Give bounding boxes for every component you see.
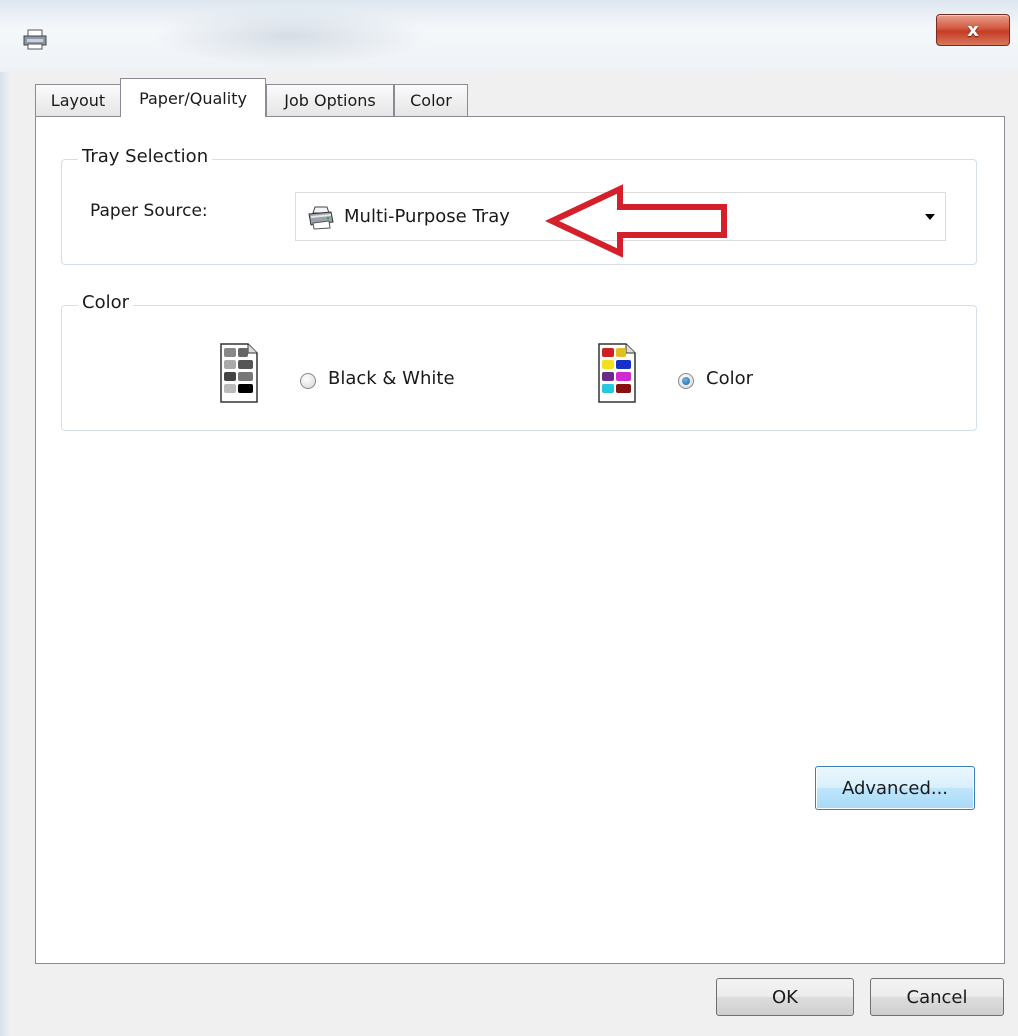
color-legend: Color [78, 292, 133, 313]
cancel-button[interactable]: Cancel [870, 978, 1004, 1016]
black-white-document-icon [220, 343, 258, 403]
annotation-arrow [544, 184, 727, 258]
paper-source-value: Multi-Purpose Tray [344, 206, 510, 227]
printer-icon [308, 206, 334, 230]
tab-label: Layout [50, 91, 106, 110]
color-radio-label[interactable]: Color [706, 368, 753, 389]
tab-label: Paper/Quality [139, 88, 247, 108]
color-group: Color [61, 292, 977, 431]
title-bar: x [0, 0, 1018, 72]
tab-label: Job Options [284, 91, 376, 110]
ok-button[interactable]: OK [716, 978, 854, 1016]
black-white-radio[interactable] [300, 373, 316, 389]
advanced-button[interactable]: Advanced... [815, 766, 975, 810]
color-radio[interactable] [678, 373, 694, 389]
close-button[interactable]: x [936, 14, 1010, 46]
black-white-label[interactable]: Black & White [328, 368, 455, 389]
tab-job-options[interactable]: Job Options [266, 84, 394, 116]
printer-app-icon [23, 29, 47, 50]
tab-label: Color [410, 91, 452, 110]
tab-paper-quality[interactable]: Paper/Quality [120, 78, 266, 117]
color-document-icon [598, 343, 636, 403]
tab-layout[interactable]: Layout [35, 84, 121, 116]
tab-page-paper-quality: Tray Selection Paper Source: Multi-Purpo… [35, 116, 1005, 964]
chevron-down-icon [925, 214, 935, 220]
title-bar-blur [150, 6, 430, 66]
window-frame-left [0, 72, 10, 1036]
close-icon: x [967, 19, 979, 41]
tab-color[interactable]: Color [394, 84, 468, 116]
paper-source-label: Paper Source: [90, 201, 208, 221]
tray-selection-legend: Tray Selection [78, 146, 213, 167]
